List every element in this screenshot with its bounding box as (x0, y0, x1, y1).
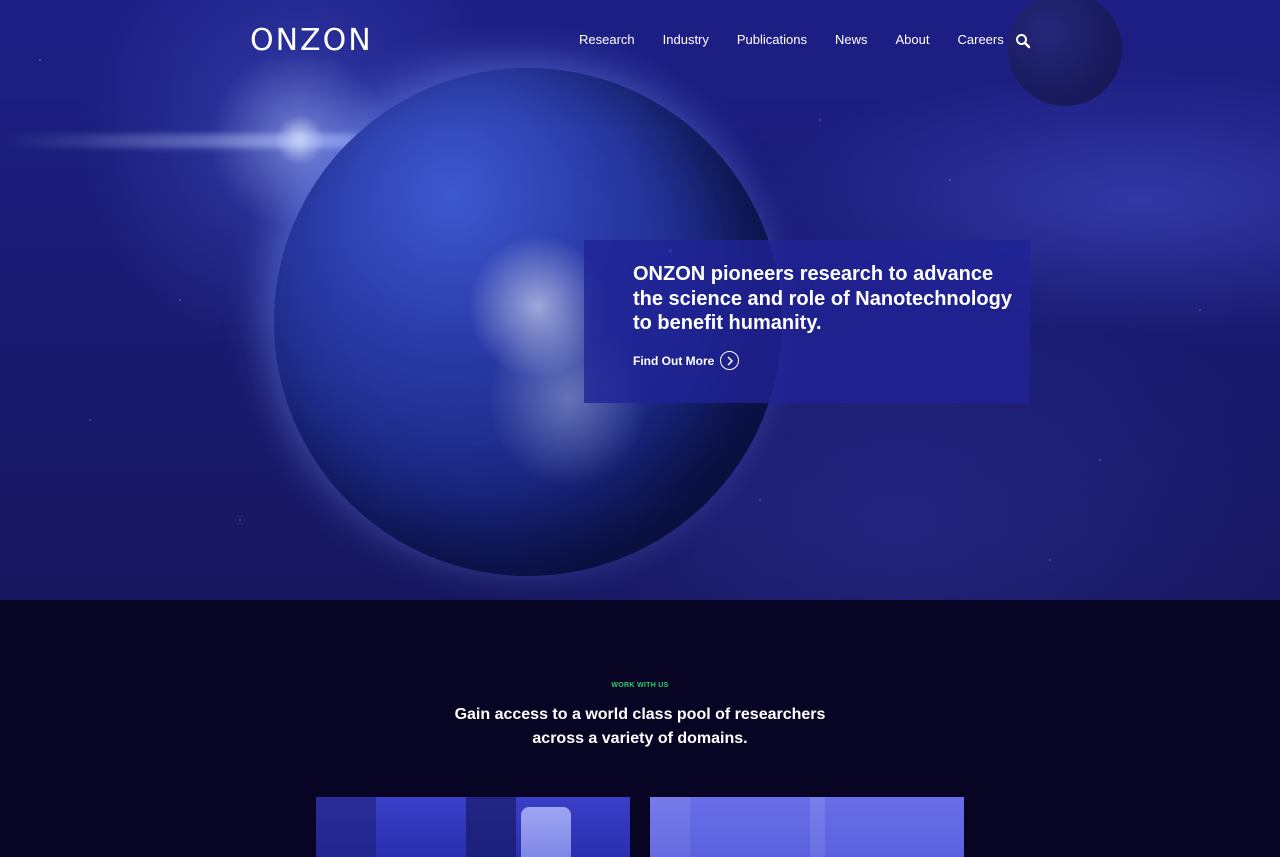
nav-item-careers[interactable]: Careers (958, 33, 1004, 47)
nav-item-about[interactable]: About (896, 33, 930, 47)
nav-item-industry[interactable]: Industry (663, 33, 709, 47)
research-card-image-1[interactable] (316, 797, 630, 857)
chevron-right-circle-icon (720, 351, 740, 370)
section-headline: Gain access to a world class pool of res… (440, 703, 840, 751)
find-out-more-link[interactable]: Find Out More (633, 351, 740, 370)
nav-item-news[interactable]: News (835, 33, 868, 47)
nav-item-research[interactable]: Research (579, 33, 635, 47)
section-eyebrow: WORK WITH US (611, 682, 669, 689)
search-icon[interactable] (1015, 33, 1031, 49)
section-headline-line-2: across a variety of domains. (532, 730, 748, 747)
site-logo[interactable]: ONZON (250, 26, 373, 56)
hero-callout-box: ONZON pioneers research to advance the s… (584, 240, 1030, 403)
research-card-image-2[interactable] (650, 797, 964, 857)
nav-item-publications[interactable]: Publications (737, 33, 807, 47)
hero-banner: ONZON Research Industry Publications New… (0, 0, 1280, 600)
hero-headline: ONZON pioneers research to advance the s… (633, 263, 1012, 334)
find-out-more-label: Find Out More (633, 353, 715, 368)
section-headline-line-1: Gain access to a world class pool of res… (454, 706, 826, 723)
work-with-us-section: WORK WITH US Gain access to a world clas… (0, 600, 1280, 857)
main-nav: Research Industry Publications News Abou… (579, 33, 1032, 47)
